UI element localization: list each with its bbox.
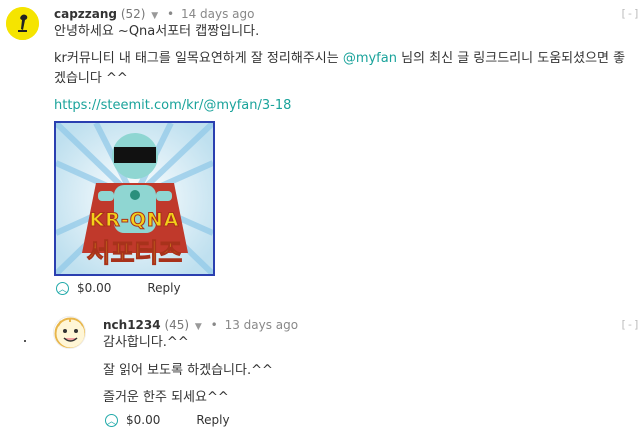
- reply-line-2: 잘 읽어 보도록 하겠습니다.^^: [103, 363, 273, 378]
- reply-line-3: 즐거운 한주 되세요^^: [103, 390, 229, 405]
- separator-dot-2: •: [210, 318, 218, 332]
- collapse-toggle-2[interactable]: [-]: [620, 318, 640, 331]
- author-reputation-2: (45): [164, 318, 190, 332]
- author-name-2[interactable]: nch1234: [103, 318, 161, 332]
- paragraph-text-cont: 님의 최신 글 링크드리니 도움되셨으면 좋: [396, 51, 626, 66]
- image-caption-bottom: 서포터즈: [86, 239, 183, 270]
- paragraph-text: kr커뮤니티 내 태그를 일목요연하게 잘 정리해주시는: [54, 51, 343, 66]
- user-mention-link[interactable]: @myfan: [343, 51, 397, 66]
- author-avatar[interactable]: [6, 7, 39, 40]
- comment-meta: capzzang (52) ▼ • 14 days ago: [54, 7, 255, 21]
- bullet-marker: [24, 340, 26, 342]
- paragraph-text-line2: 겠습니다 ^^: [54, 71, 128, 86]
- reply-button[interactable]: Reply: [147, 281, 180, 295]
- post-link[interactable]: https://steemit.com/kr/@myfan/3-18: [54, 96, 291, 116]
- comment-footer-2: ︿ $0.00 Reply: [105, 413, 230, 427]
- comment-greeting: 안녕하세요 ~Qna서포터 캡짱입니다.: [54, 24, 260, 39]
- comment-meta-2: nch1234 (45) ▼ • 13 days ago: [103, 318, 298, 332]
- embedded-image[interactable]: KR-QNA 서포터즈: [54, 121, 215, 276]
- avatar-key-icon: [6, 7, 39, 40]
- payout-amount[interactable]: $0.00: [77, 281, 111, 295]
- chevron-down-icon-2[interactable]: ▼: [195, 322, 202, 332]
- comment-footer: ︿ $0.00 Reply: [56, 281, 181, 295]
- thread-indent-line: [50, 309, 51, 429]
- upvote-icon[interactable]: ︿: [56, 281, 69, 295]
- cartoon-face-icon: [54, 317, 85, 348]
- author-avatar-2[interactable]: [53, 316, 86, 349]
- separator-dot: •: [167, 7, 175, 21]
- payout-amount-2[interactable]: $0.00: [126, 413, 160, 427]
- image-caption-top: KR-QNA: [89, 209, 180, 232]
- collapse-toggle[interactable]: [-]: [620, 7, 640, 20]
- reply-button-2[interactable]: Reply: [196, 413, 229, 427]
- comment-timestamp[interactable]: 14 days ago: [181, 7, 255, 21]
- upvote-icon-2[interactable]: ︿: [105, 413, 118, 427]
- chevron-down-icon[interactable]: ▼: [151, 11, 158, 21]
- author-reputation: (52): [120, 7, 146, 21]
- reply-line-1: 감사합니다.^^: [103, 335, 189, 350]
- author-name[interactable]: capzzang: [54, 7, 117, 21]
- comment-timestamp-2[interactable]: 13 days ago: [225, 318, 299, 332]
- comment-paragraph: kr커뮤니티 내 태그를 일목요연하게 잘 정리해주시는 @myfan 님의 최…: [54, 49, 639, 89]
